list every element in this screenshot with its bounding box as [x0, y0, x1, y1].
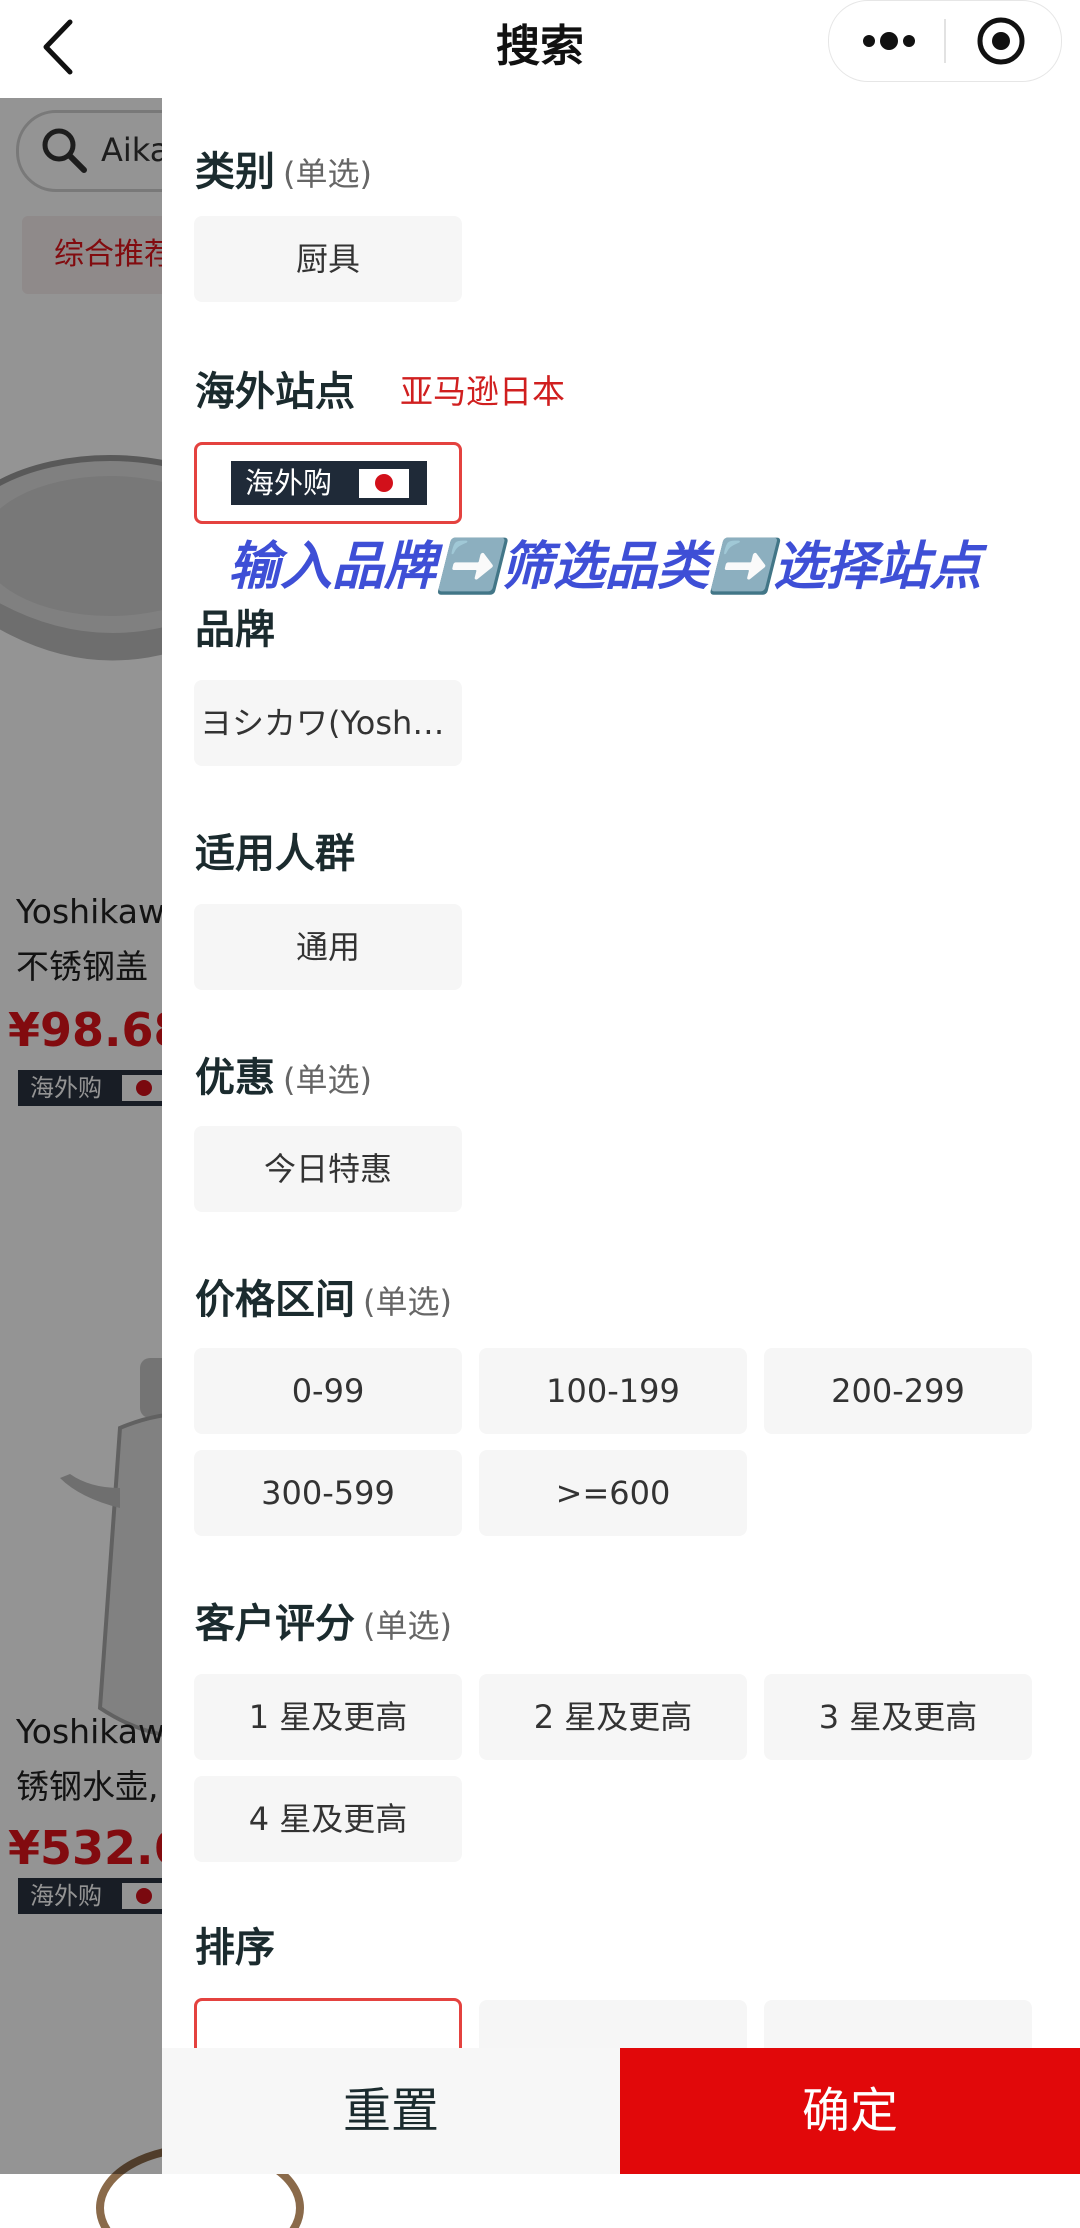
rating-option-1[interactable]: 1 星及更高	[194, 1674, 462, 1760]
overseas-tag-label: 海外购	[245, 466, 333, 500]
tutorial-caption: 输入品牌➡️筛选品类➡️选择站点	[228, 537, 982, 597]
rating-hint: (单选)	[363, 1607, 452, 1645]
confirm-button[interactable]: 确定	[620, 2048, 1080, 2174]
rating-option-3[interactable]: 3 星及更高	[764, 1674, 1032, 1760]
japan-flag-icon	[359, 469, 409, 498]
price-title: 价格区间	[195, 1277, 355, 1323]
close-target-icon[interactable]	[975, 15, 1027, 67]
site-option-overseas[interactable]: 海外购	[194, 442, 462, 524]
rating-option-2[interactable]: 2 星及更高	[479, 1674, 747, 1760]
category-section-title: 类别 (单选)	[195, 144, 372, 202]
audience-option-general[interactable]: 通用	[194, 904, 462, 990]
discount-option-today[interactable]: 今日特惠	[194, 1126, 462, 1212]
mini-program-capsule	[828, 0, 1062, 82]
price-section-title: 价格区间 (单选)	[195, 1272, 452, 1330]
top-nav-bar: 搜索	[0, 0, 1080, 98]
price-option-1[interactable]: 100-199	[479, 1348, 747, 1434]
overseas-tag: 海外购	[231, 461, 427, 505]
reset-button[interactable]: 重置	[162, 2048, 620, 2174]
filter-action-bar: 重置 确定	[162, 2048, 1080, 2174]
rating-title: 客户评分	[195, 1601, 355, 1647]
discount-title: 优惠	[195, 1055, 275, 1101]
discount-hint: (单选)	[283, 1061, 372, 1099]
brand-section-title: 品牌	[195, 607, 275, 653]
price-hint: (单选)	[363, 1283, 452, 1321]
category-option-kitchenware[interactable]: 厨具	[194, 216, 462, 302]
site-selected-value: 亚马逊日本	[400, 372, 565, 411]
category-title: 类别	[195, 149, 275, 195]
capsule-divider	[944, 19, 946, 63]
price-option-3[interactable]: 300-599	[194, 1450, 462, 1536]
category-hint: (单选)	[283, 155, 372, 193]
audience-section-title: 适用人群	[195, 831, 355, 877]
site-section-title: 海外站点	[195, 369, 355, 415]
rating-section-title: 客户评分 (单选)	[195, 1596, 452, 1654]
price-option-4[interactable]: >=600	[479, 1450, 747, 1536]
sort-section-title: 排序	[195, 1925, 275, 1971]
discount-section-title: 优惠 (单选)	[195, 1050, 372, 1108]
price-option-2[interactable]: 200-299	[764, 1348, 1032, 1434]
filter-panel: 类别 (单选) 厨具 海外站点 亚马逊日本 海外购 品牌 ヨシカワ(Yoshika…	[162, 98, 1080, 2060]
brand-option-yoshikawa[interactable]: ヨシカワ(Yoshikawa)	[194, 680, 462, 766]
more-dots-icon[interactable]	[859, 21, 919, 61]
rating-option-4[interactable]: 4 星及更高	[194, 1776, 462, 1862]
price-option-0[interactable]: 0-99	[194, 1348, 462, 1434]
